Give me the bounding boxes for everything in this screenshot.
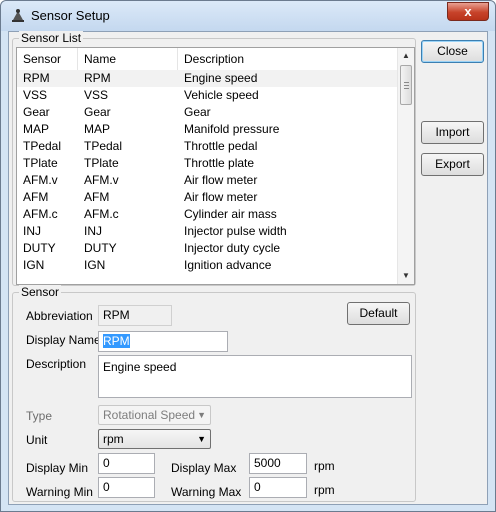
row-name-cell: INJ: [84, 224, 102, 238]
row-description-cell: Engine speed: [184, 71, 258, 85]
sensor-list-group: Sensor List Sensor Name Description RPM R…: [12, 31, 416, 286]
row-description-cell: Gear: [184, 105, 211, 119]
row-name-cell: IGN: [84, 258, 106, 272]
row-description-cell: Injector pulse width: [184, 224, 287, 238]
type-label: Type: [26, 409, 53, 423]
table-row[interactable]: AFM.v AFM.v Air flow meter: [17, 172, 398, 189]
table-row[interactable]: DUTY DUTY Injector duty cycle: [17, 240, 398, 257]
row-description-cell: Vehicle speed: [184, 88, 259, 102]
table-row[interactable]: MAP MAP Manifold pressure: [17, 121, 398, 138]
close-button[interactable]: Close: [421, 40, 484, 63]
display-min-label: Display Min: [26, 461, 89, 475]
description-input[interactable]: Engine speed: [98, 355, 412, 398]
table-row[interactable]: AFM AFM Air flow meter: [17, 189, 398, 206]
warning-max-input[interactable]: 0: [249, 477, 307, 498]
row-sensor-cell: AFM.v: [23, 173, 58, 187]
scroll-down-icon[interactable]: ▼: [398, 268, 414, 284]
table-row[interactable]: AFM.c AFM.c Cylinder air mass: [17, 206, 398, 223]
row-name-cell: VSS: [84, 88, 109, 102]
sensor-list[interactable]: Sensor Name Description RPM RPM Engine spe…: [16, 47, 415, 285]
table-row[interactable]: VSS VSS Vehicle speed: [17, 87, 398, 104]
export-button[interactable]: Export: [421, 153, 484, 176]
dialog-body: Sensor List Sensor Name Description RPM R…: [8, 31, 488, 505]
row-description-cell: Injector duty cycle: [184, 241, 281, 255]
window-title: Sensor Setup: [31, 8, 110, 23]
row-name-cell: DUTY: [84, 241, 117, 255]
row-sensor-cell: INJ: [23, 224, 41, 238]
unit-label: Unit: [26, 433, 48, 447]
display-name-value: RPM: [103, 334, 130, 348]
chevron-down-icon: ▼: [197, 434, 206, 444]
table-row[interactable]: IGN IGN Ignition advance: [17, 257, 398, 274]
row-name-cell: TPlate: [84, 156, 119, 170]
row-sensor-cell: AFM.c: [23, 207, 58, 221]
abbreviation-field: RPM: [98, 305, 172, 326]
row-name-cell: RPM: [84, 71, 111, 85]
display-max-input[interactable]: 5000: [249, 453, 307, 474]
warning-min-label: Warning Min: [26, 485, 93, 499]
row-name-cell: AFM.v: [84, 173, 119, 187]
row-sensor-cell: RPM: [23, 71, 50, 85]
row-sensor-cell: TPlate: [23, 156, 58, 170]
row-sensor-cell: VSS: [23, 88, 48, 102]
type-select: Rotational Speed ▼: [98, 405, 211, 425]
table-row[interactable]: Gear Gear Gear: [17, 104, 398, 121]
list-scrollbar[interactable]: ▲ ▼: [397, 48, 414, 284]
row-description-cell: Ignition advance: [184, 258, 272, 272]
row-name-cell: AFM: [84, 190, 110, 204]
row-description-cell: Throttle pedal: [184, 139, 258, 153]
column-header-sensor[interactable]: Sensor: [17, 48, 78, 70]
row-sensor-cell: AFM: [23, 190, 49, 204]
type-value: Rotational Speed: [103, 408, 196, 422]
sensor-details-group: Sensor Abbreviation RPM Default Display …: [12, 285, 416, 502]
abbreviation-label: Abbreviation: [26, 309, 93, 323]
chevron-down-icon: ▼: [197, 410, 206, 420]
scroll-up-icon[interactable]: ▲: [398, 48, 414, 64]
display-max-unit: rpm: [314, 459, 335, 473]
row-sensor-cell: Gear: [23, 105, 50, 119]
close-icon: x: [464, 4, 472, 19]
import-button[interactable]: Import: [421, 121, 484, 144]
table-row[interactable]: RPM RPM Engine speed: [17, 70, 398, 87]
row-description-cell: Air flow meter: [184, 190, 258, 204]
unit-select[interactable]: rpm ▼: [98, 429, 211, 449]
row-sensor-cell: MAP: [23, 122, 50, 136]
row-name-cell: AFM.c: [84, 207, 119, 221]
sensor-list-group-label: Sensor List: [19, 31, 84, 45]
default-button[interactable]: Default: [347, 302, 410, 325]
sensor-setup-window: Sensor Setup x Sensor List Sensor Name D…: [0, 0, 496, 512]
row-description-cell: Cylinder air mass: [184, 207, 277, 221]
row-description-cell: Air flow meter: [184, 173, 258, 187]
table-row[interactable]: TPedal TPedal Throttle pedal: [17, 138, 398, 155]
warning-max-label: Warning Max: [171, 485, 242, 499]
display-name-input[interactable]: RPM: [98, 331, 228, 352]
sensor-group-label: Sensor: [19, 285, 62, 299]
column-header-description[interactable]: Description: [178, 48, 398, 70]
table-row[interactable]: INJ INJ Injector pulse width: [17, 223, 398, 240]
row-name-cell: TPedal: [84, 139, 123, 153]
display-min-input[interactable]: 0: [98, 453, 155, 474]
display-max-label: Display Max: [171, 461, 237, 475]
description-label: Description: [26, 357, 87, 371]
unit-value: rpm: [103, 432, 124, 446]
row-sensor-cell: IGN: [23, 258, 45, 272]
list-rows: RPM RPM Engine speed VSS VSS Vehicle speed Gea…: [17, 70, 398, 274]
row-sensor-cell: TPedal: [23, 139, 62, 153]
column-header-name[interactable]: Name: [78, 48, 178, 70]
table-row[interactable]: TPlate TPlate Throttle plate: [17, 155, 398, 172]
row-name-cell: MAP: [84, 122, 111, 136]
title-bar[interactable]: Sensor Setup x: [1, 1, 495, 31]
row-name-cell: Gear: [84, 105, 111, 119]
list-header: Sensor Name Description: [17, 48, 398, 70]
display-name-label: Display Name: [26, 333, 101, 347]
warning-min-input[interactable]: 0: [98, 477, 155, 498]
row-sensor-cell: DUTY: [23, 241, 56, 255]
warning-max-unit: rpm: [314, 483, 335, 497]
scroll-thumb[interactable]: [400, 65, 412, 105]
row-description-cell: Manifold pressure: [184, 122, 280, 136]
row-description-cell: Throttle plate: [184, 156, 255, 170]
window-close-button[interactable]: x: [447, 2, 489, 21]
sensor-app-icon: [12, 9, 24, 22]
